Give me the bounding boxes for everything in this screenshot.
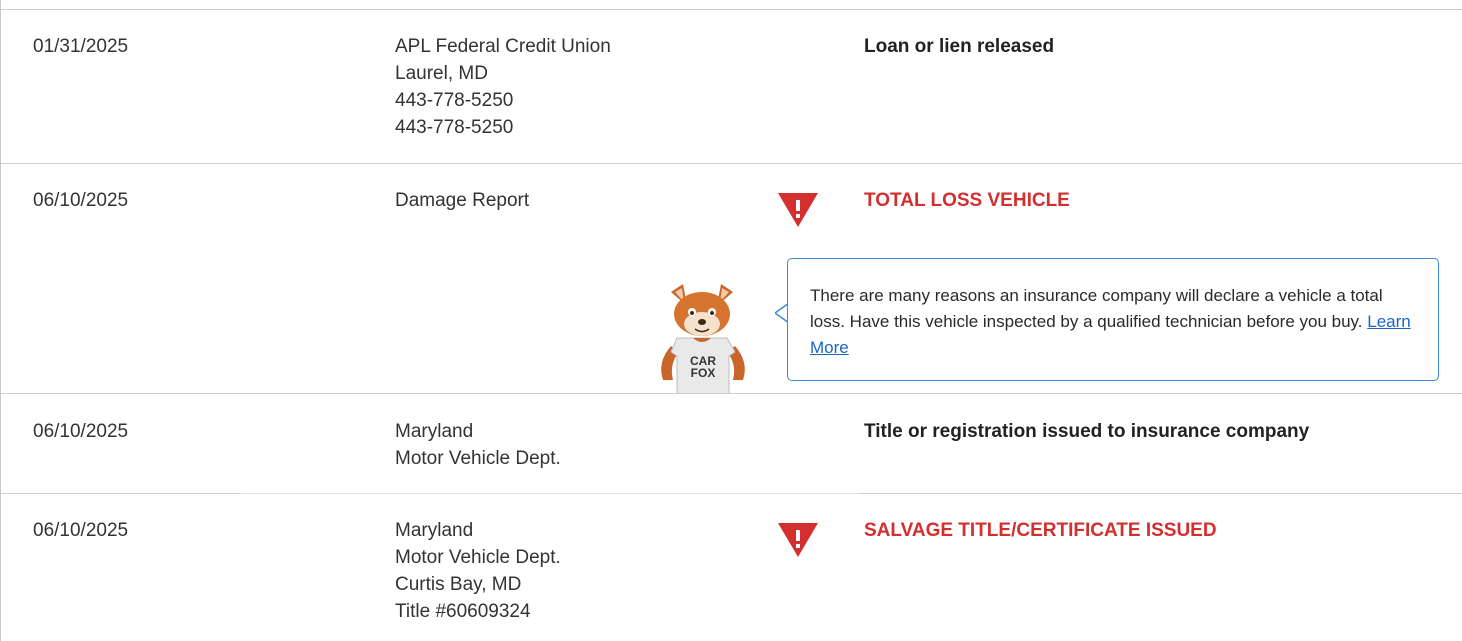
record-date: 06/10/2025: [33, 520, 129, 541]
vehicle-history-table: 01/31/2025 APL Federal Credit Union Laur…: [0, 0, 1462, 641]
source-line: Motor Vehicle Dept.: [395, 448, 561, 469]
record-comment: Loan or lien released: [864, 36, 1055, 57]
history-row: 06/10/2025 Maryland Motor Vehicle Dept. …: [1, 394, 1462, 493]
total-loss-callout: There are many reasons an insurance comp…: [787, 258, 1439, 381]
record-source: Maryland Motor Vehicle Dept. Curtis Bay,…: [395, 517, 561, 625]
record-source: Damage Report: [395, 187, 529, 214]
callout-message: There are many reasons an insurance comp…: [810, 283, 1420, 361]
source-line: 443-778-5250: [395, 90, 514, 111]
history-row: 01/31/2025 APL Federal Credit Union Laur…: [1, 0, 1462, 163]
record-date: 06/10/2025: [33, 421, 129, 442]
mascot-shirt-line: FOX: [691, 366, 716, 380]
source-line: Motor Vehicle Dept.: [395, 547, 561, 568]
source-line: APL Federal Credit Union: [395, 36, 611, 57]
callout-text: There are many reasons an insurance comp…: [810, 286, 1383, 331]
record-source: Maryland Motor Vehicle Dept.: [395, 418, 561, 472]
source-line: Maryland: [395, 520, 474, 541]
carfox-mascot-icon: CAR FOX: [661, 284, 745, 394]
history-row: 06/10/2025 Maryland Motor Vehicle Dept. …: [1, 494, 1462, 641]
record-comment-alert: SALVAGE TITLE/CERTIFICATE ISSUED: [864, 520, 1217, 541]
record-date: 06/10/2025: [33, 190, 129, 211]
warning-triangle-icon: [778, 523, 818, 557]
source-line: 443-778-5250: [395, 117, 514, 138]
source-line: Title #60609324: [395, 601, 531, 622]
source-line: Laurel, MD: [395, 63, 488, 84]
record-comment: Title or registration issued to insuranc…: [864, 421, 1310, 442]
record-date: 01/31/2025: [33, 36, 129, 57]
warning-triangle-icon: [778, 193, 818, 227]
source-line: Maryland: [395, 421, 474, 442]
source-line: Damage Report: [395, 190, 530, 211]
record-comment-alert: TOTAL LOSS VEHICLE: [864, 190, 1070, 211]
source-line: Curtis Bay, MD: [395, 574, 522, 595]
record-source: APL Federal Credit Union Laurel, MD 443-…: [395, 33, 611, 141]
